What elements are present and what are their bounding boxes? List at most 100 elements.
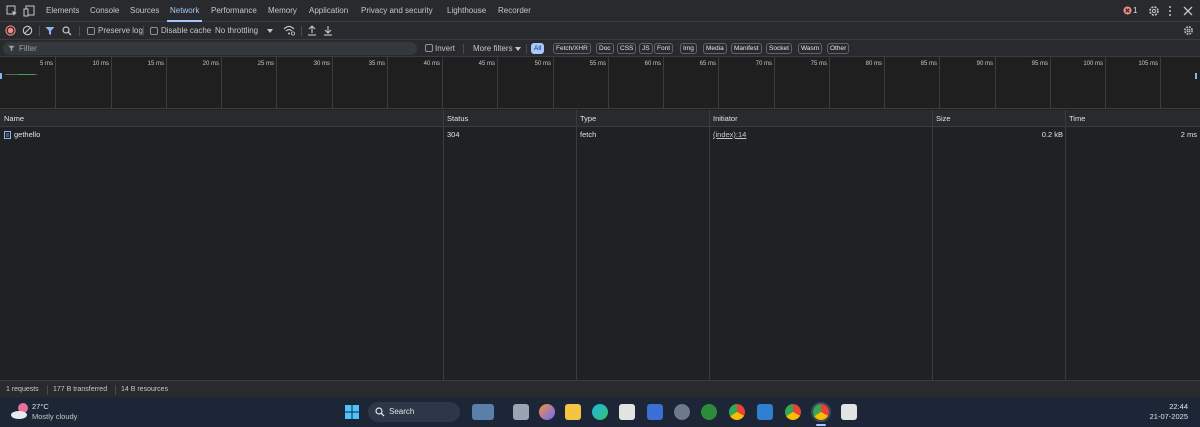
column-divider[interactable] [576,110,577,380]
weather-description[interactable]: Mostly cloudy [32,412,77,421]
filter-chip-socket[interactable]: Socket [766,43,792,54]
visual-studio-icon[interactable] [647,404,663,420]
column-header-initiator[interactable]: Initiator [709,110,738,127]
column-divider[interactable] [443,110,444,380]
filter-chip-css[interactable]: CSS [617,43,637,54]
network-conditions-wifi-icon[interactable] [283,25,295,36]
network-settings-gear-icon[interactable] [1183,25,1194,36]
invert-label[interactable]: Invert [435,40,455,57]
column-divider[interactable] [709,110,710,380]
tab-lighthouse[interactable]: Lighthouse [447,0,486,22]
preserve-log-checkbox[interactable] [87,27,95,35]
column-divider[interactable] [932,110,933,380]
chrome-active-icon[interactable] [813,404,829,420]
search-icon[interactable] [62,26,72,36]
preserve-log-label[interactable]: Preserve log [98,22,143,40]
toolbar-divider [143,26,144,36]
snipping-tool-icon[interactable] [841,404,857,420]
disable-cache-checkbox[interactable] [150,27,158,35]
filter-chip-manifest[interactable]: Manifest [731,43,762,54]
filter-chip-fetch-xhr[interactable]: Fetch/XHR [553,43,591,54]
chevron-down-icon[interactable] [267,29,273,33]
filter-chip-js[interactable]: JS [639,43,653,54]
filter-chip-img[interactable]: Img [680,43,697,54]
record-icon[interactable] [5,25,16,36]
column-header-name[interactable]: Name [0,110,24,127]
copilot-icon[interactable] [539,404,555,420]
request-name[interactable]: gethello [10,127,40,142]
file-explorer-icon[interactable] [565,404,581,420]
clock-time[interactable]: 22:44 [1140,402,1188,411]
request-initiator-link[interactable]: (index):14 [709,127,746,142]
overview-gridline [1050,57,1051,109]
tab-privacy-and-security[interactable]: Privacy and security [361,0,433,22]
filter-input[interactable]: Filter [3,42,417,55]
clock-date[interactable]: 21-07-2025 [1130,412,1188,421]
request-table-header: Name Status Type Initiator Size Time [0,110,1200,127]
windows-start-icon[interactable] [345,405,359,419]
throttling-select[interactable]: No throttling [215,22,258,40]
tab-memory[interactable]: Memory [268,0,297,22]
filter-funnel-icon [8,45,15,52]
tab-recorder[interactable]: Recorder [498,0,531,22]
filter-chip-media[interactable]: Media [703,43,727,54]
tab-performance[interactable]: Performance [211,0,257,22]
column-header-time[interactable]: Time [1065,110,1085,127]
toolbar-divider [39,26,40,36]
overview-tick-label: 90 ms [976,61,993,67]
more-filters-button[interactable]: More filters [473,40,513,57]
error-count[interactable]: 1 [1133,0,1137,22]
filter-chip-wasm[interactable]: Wasm [798,43,823,54]
device-toolbar-icon[interactable] [23,5,35,17]
taskbar-search-box[interactable]: Search [368,402,460,422]
chrome-icon[interactable] [729,404,745,420]
export-har-icon[interactable] [323,25,333,36]
settings-app-icon[interactable] [674,404,690,420]
task-view-icon[interactable] [513,404,529,420]
request-table-body [0,142,1200,380]
disable-cache-label[interactable]: Disable cache [161,22,211,40]
import-har-icon[interactable] [307,25,317,36]
filter-chip-all[interactable]: All [531,43,545,54]
chevron-down-icon[interactable] [515,47,521,51]
error-icon[interactable] [1123,6,1132,15]
microsoft-store-icon[interactable] [619,404,635,420]
filter-divider [463,44,464,54]
overview-gridline [111,57,112,109]
filter-chip-font[interactable]: Font [654,43,674,54]
tab-console[interactable]: Console [90,0,119,22]
chrome-profile-icon[interactable] [785,404,801,420]
inspect-element-icon[interactable] [6,5,18,17]
weather-sun-cloud-icon[interactable] [10,402,30,420]
tab-application[interactable]: Application [309,0,348,22]
tab-sources[interactable]: Sources [130,0,159,22]
filter-chip-doc[interactable]: Doc [596,43,614,54]
vscode-icon[interactable] [757,404,773,420]
overview-tick-label: 30 ms [313,61,330,67]
filter-chip-other[interactable]: Other [827,43,850,54]
clear-icon[interactable] [22,25,33,36]
network-overview-timeline[interactable]: 5 ms 10 ms 15 ms 20 ms 25 ms 30 ms 35 ms 40 ms 4… [0,57,1200,109]
windows-taskbar: 27°C Mostly cloudy Search 22:44 21-07-20… [0,397,1200,427]
filter-funnel-icon[interactable] [45,26,55,36]
tab-network[interactable]: Network [166,0,203,22]
table-row[interactable]: gethello 304 fetch (index):14 0.2 kB 2 m… [0,127,1200,142]
overview-gridline [442,57,443,109]
column-header-size[interactable]: Size [932,110,951,127]
tab-elements[interactable]: Elements [46,0,79,22]
edge-browser-icon[interactable] [592,404,608,420]
widgets-icon[interactable] [472,404,494,420]
weather-temperature[interactable]: 27°C [32,402,49,411]
xbox-icon[interactable] [701,404,717,420]
settings-gear-icon[interactable] [1148,5,1160,17]
overview-gridline [939,57,940,109]
more-options-icon[interactable] [1167,5,1173,17]
overview-gridline [663,57,664,109]
column-header-status[interactable]: Status [443,110,468,127]
column-divider[interactable] [1065,110,1066,380]
overview-gridline [1105,57,1106,109]
invert-checkbox[interactable] [425,44,433,52]
close-devtools-icon[interactable] [1183,6,1193,16]
overview-gridline [553,57,554,109]
column-header-type[interactable]: Type [576,110,596,127]
